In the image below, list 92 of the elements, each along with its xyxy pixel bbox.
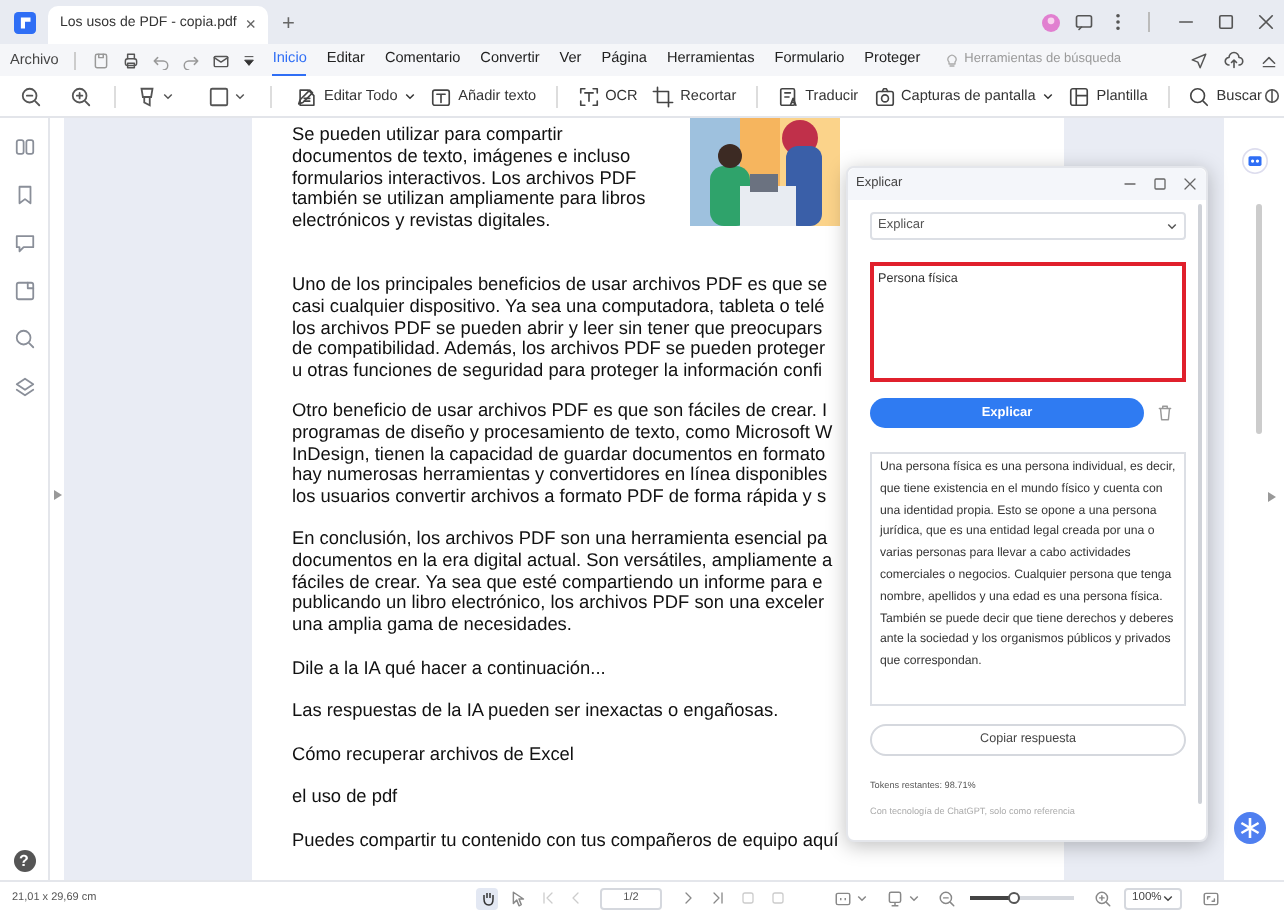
select-tool-icon[interactable] bbox=[510, 889, 528, 907]
fullscreen-icon[interactable] bbox=[1202, 889, 1220, 907]
app-logo-icon bbox=[13, 11, 35, 33]
monitor-icon bbox=[886, 889, 904, 907]
document-text-line: Puedes compartir tu contenido con tus compañeros de equipo aquí bbox=[292, 829, 839, 852]
mail-icon[interactable] bbox=[212, 51, 231, 69]
document-text-line: el uso de pdf bbox=[292, 786, 398, 809]
print-icon[interactable] bbox=[122, 51, 141, 69]
send-icon[interactable] bbox=[1190, 51, 1208, 69]
document-text-line: los usuarios convertir archivos a formato PDF de forma rápida y s bbox=[292, 486, 827, 508]
ai-assistant-button[interactable] bbox=[1234, 812, 1266, 844]
avatar-icon[interactable] bbox=[1042, 13, 1060, 31]
document-text-line: casi cualquier dispositivo. Ya sea una computadora, tableta o telé bbox=[292, 295, 825, 318]
document-text-line: hay numerosas herramientas y convertidores en línea disponibles bbox=[292, 464, 828, 487]
document-text-line: En conclusión, los archivos PDF son una herramienta esencial pa bbox=[292, 527, 828, 550]
document-text-line: Dile a la IA qué hacer a continuación... bbox=[292, 657, 606, 680]
pen-page-icon bbox=[295, 85, 318, 107]
caret-icon bbox=[234, 90, 247, 102]
document-text-line: Otro beneficio de usar archivos PDF es que son fáciles de crear. I bbox=[292, 399, 828, 422]
shape-button[interactable] bbox=[208, 85, 247, 107]
fit-page-button[interactable] bbox=[834, 889, 868, 907]
caret-icon bbox=[1162, 892, 1174, 904]
chat-icon[interactable] bbox=[1074, 12, 1094, 32]
close-tab-button[interactable]: × bbox=[245, 16, 256, 34]
close-icon[interactable] bbox=[1256, 12, 1276, 32]
rectangle-icon bbox=[208, 85, 231, 107]
hand-tool-button[interactable] bbox=[476, 887, 498, 909]
new-tab-button[interactable]: + bbox=[282, 6, 295, 44]
translate-icon bbox=[777, 85, 800, 107]
trash-icon[interactable] bbox=[1156, 404, 1174, 422]
maximize-icon[interactable] bbox=[1216, 12, 1236, 32]
layout-icon bbox=[1068, 85, 1091, 107]
document-text-line: Se pueden utilizar para compartir bbox=[292, 124, 563, 146]
highlighter-button[interactable] bbox=[136, 85, 175, 107]
document-text-line: documentos de texto, imágenes e incluso bbox=[292, 145, 631, 168]
document-text-line: de compatibilidad. Además, los archivos PDF se pueden proteger bbox=[292, 338, 826, 361]
scan-text-icon bbox=[577, 85, 600, 107]
last-page-icon[interactable] bbox=[710, 890, 726, 906]
caret-icon bbox=[403, 90, 416, 102]
cloud-upload-icon[interactable] bbox=[1224, 50, 1244, 70]
undo-icon[interactable] bbox=[152, 51, 171, 69]
document-text-line: también se utilizan ampliamente para libros bbox=[292, 188, 646, 211]
chat-bot-icon[interactable] bbox=[1241, 148, 1267, 174]
help-button[interactable]: ? bbox=[13, 850, 35, 872]
caret-icon bbox=[162, 90, 175, 102]
more-tools-icon[interactable] bbox=[1261, 86, 1284, 106]
attachment-icon[interactable] bbox=[13, 280, 35, 302]
document-text-line: InDesign, tienen la capacidad de guardar documentos en formato bbox=[292, 443, 826, 465]
next-page-icon[interactable] bbox=[680, 890, 696, 906]
document-text-line: documentos en la era digital actual. Son versátiles, ampliamente a bbox=[292, 549, 833, 572]
zoom-out-icon[interactable] bbox=[938, 889, 956, 907]
bookmark-icon[interactable] bbox=[13, 184, 35, 206]
document-text-line: Uno de los principales beneficios de usar archivos PDF es que se bbox=[292, 273, 828, 296]
fit-page-icon bbox=[834, 889, 852, 907]
collapse-ribbon-icon[interactable] bbox=[1260, 51, 1278, 69]
camera-icon bbox=[873, 85, 895, 107]
marker-icon bbox=[136, 85, 159, 107]
zoom-in-icon[interactable] bbox=[70, 85, 92, 107]
redo-icon[interactable] bbox=[182, 51, 201, 69]
search-icon bbox=[1188, 85, 1211, 107]
document-text-line: fáciles de crear. Ya sea que esté compartiendo un informe para e bbox=[292, 571, 823, 593]
scrollbar[interactable] bbox=[1255, 204, 1261, 434]
document-text-line: Las respuestas de la IA pueden ser inexactas o engañosas. bbox=[292, 700, 779, 723]
expand-right-panel-icon[interactable] bbox=[1268, 492, 1276, 502]
document-text-line: electrónicos y revistas digitales. bbox=[292, 210, 551, 232]
document-text-line: publicando un libro electrónico, los archivos PDF son una exceler bbox=[292, 592, 825, 615]
zoom-in-icon[interactable] bbox=[1094, 889, 1112, 907]
thumbnails-icon[interactable] bbox=[13, 136, 35, 158]
dialog-scrollbar[interactable] bbox=[1198, 204, 1202, 804]
lightbulb-icon bbox=[944, 52, 961, 68]
document-text-line: una amplia gama de necesidades. bbox=[292, 614, 572, 636]
save-icon[interactable] bbox=[92, 51, 111, 69]
maximize-icon[interactable] bbox=[1152, 176, 1168, 192]
document-text-line: programas de diseño y procesamiento de texto, como Microsoft W bbox=[292, 421, 833, 444]
text-box-icon bbox=[430, 85, 453, 107]
crop-icon bbox=[652, 85, 675, 107]
document-text-line: formularios interactivos. Los archivos PDF bbox=[292, 167, 637, 189]
caret-icon bbox=[1166, 220, 1178, 232]
close-icon[interactable] bbox=[1182, 176, 1198, 192]
document-text-line: Cómo recuperar archivos de Excel bbox=[292, 743, 574, 766]
zoom-slider-thumb[interactable] bbox=[1007, 892, 1020, 904]
caret-icon bbox=[908, 892, 920, 904]
caret-icon bbox=[1041, 90, 1054, 102]
caret-icon bbox=[856, 892, 868, 904]
search-icon[interactable] bbox=[13, 328, 35, 350]
document-text-line: los archivos PDF se pueden abrir y leer sin tener que preocupars bbox=[292, 317, 823, 339]
document-text-line: u otras funciones de seguridad para proteger la información confi bbox=[292, 360, 823, 382]
quick-access-dropdown[interactable] bbox=[242, 53, 257, 67]
comment-icon[interactable] bbox=[13, 232, 35, 254]
view-mode-button[interactable] bbox=[886, 889, 920, 907]
zoom-out-icon[interactable] bbox=[20, 85, 42, 107]
layers-icon[interactable] bbox=[13, 376, 35, 398]
